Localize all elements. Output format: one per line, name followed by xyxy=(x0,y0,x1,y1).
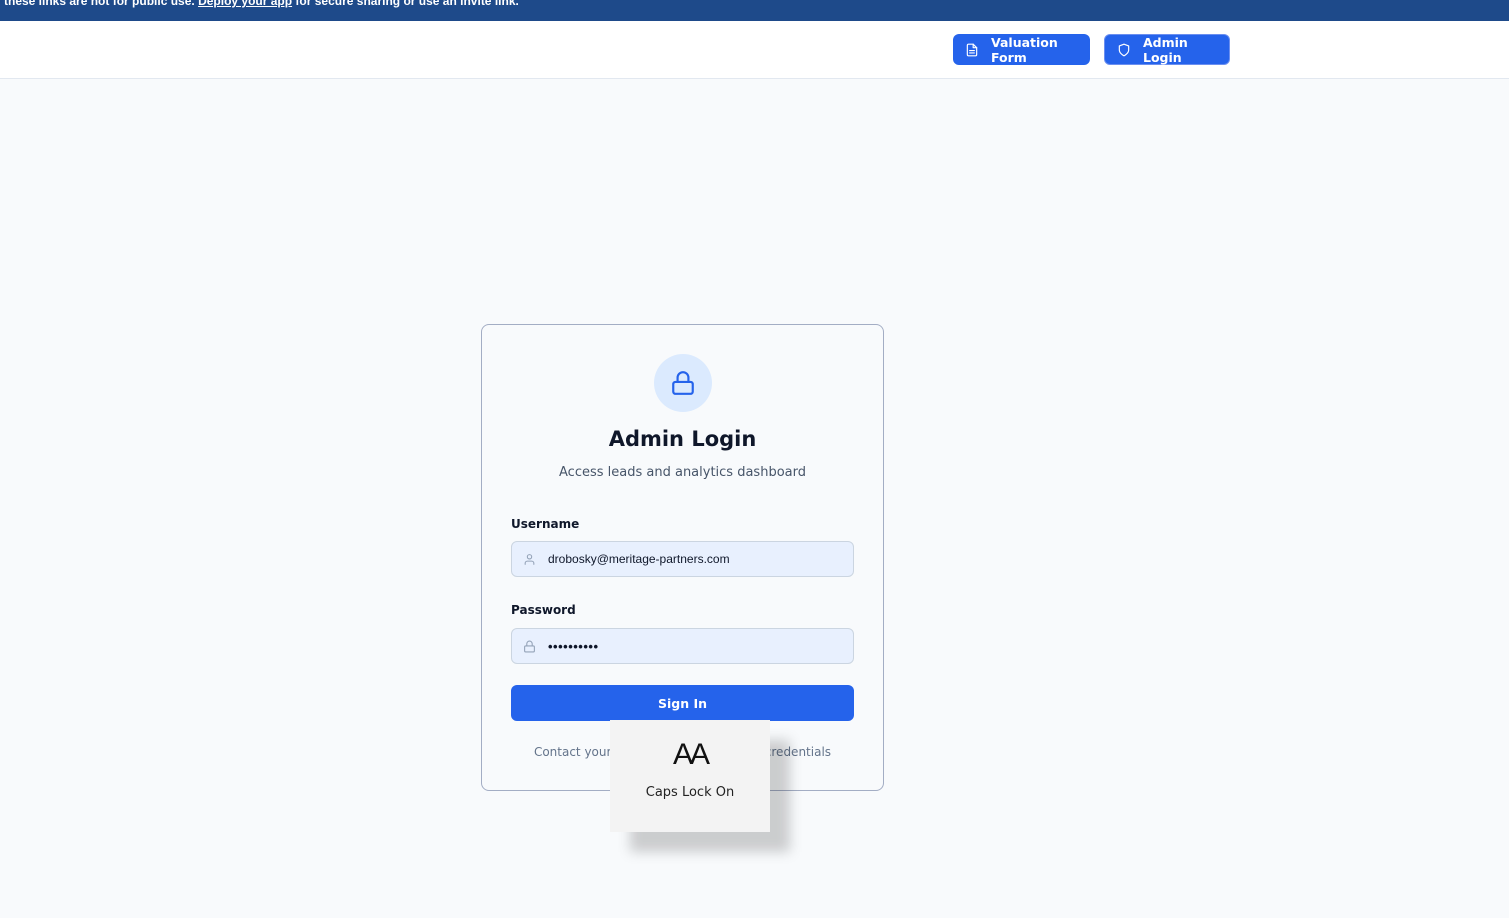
password-field[interactable] xyxy=(511,628,854,664)
preview-banner: these links are not for public use. Depl… xyxy=(0,0,1509,21)
banner-text-before: these links are not for public use. xyxy=(4,0,195,8)
admin-login-label: Admin Login xyxy=(1143,34,1188,65)
lock-icon xyxy=(670,370,696,396)
caps-lock-overlay: AA Caps Lock On xyxy=(610,720,770,832)
sign-in-button[interactable]: Sign In xyxy=(511,685,854,721)
lock-small-icon xyxy=(523,640,536,653)
lock-badge xyxy=(654,354,712,412)
banner-text-after: for secure sharing or use an invite link… xyxy=(295,0,519,8)
page-title: Admin Login xyxy=(608,427,757,451)
deploy-app-link[interactable]: Deploy your app xyxy=(198,0,292,8)
document-icon xyxy=(965,43,979,57)
username-field[interactable] xyxy=(511,541,854,577)
caps-lock-icon: AA xyxy=(672,738,710,771)
valuation-form-label: Valuation Form xyxy=(991,34,1058,65)
admin-login-button[interactable]: Admin Login xyxy=(1104,34,1230,65)
top-header: Valuation Form Admin Login xyxy=(0,21,1509,79)
shield-icon xyxy=(1117,43,1131,57)
username-label: Username xyxy=(511,517,580,531)
user-icon xyxy=(523,553,536,566)
banner-text: these links are not for public use. Depl… xyxy=(4,0,519,8)
page-subtitle: Access leads and analytics dashboard xyxy=(559,465,806,480)
caps-lock-text: Caps Lock On xyxy=(645,785,735,800)
valuation-form-button[interactable]: Valuation Form xyxy=(953,34,1090,65)
password-label: Password xyxy=(511,603,576,617)
username-input[interactable] xyxy=(548,542,848,576)
password-input[interactable] xyxy=(548,629,848,663)
